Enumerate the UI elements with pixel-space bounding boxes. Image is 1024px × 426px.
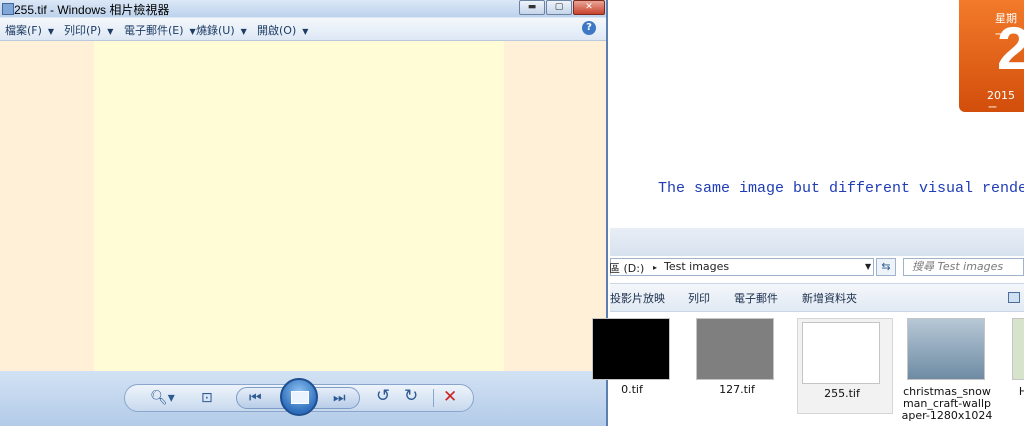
file-name-line: aper-1280x1024 (901, 409, 993, 422)
delete-button[interactable]: ✕ (443, 387, 457, 407)
file-thumbnail (696, 318, 774, 380)
explorer-title-area (610, 228, 1024, 256)
image-canvas (0, 41, 606, 371)
next-button[interactable]: ⏭ (333, 390, 346, 406)
print-command[interactable]: 列印 (688, 290, 710, 306)
menu-print-label: 列印(P) (64, 24, 102, 37)
displayed-image (94, 41, 504, 371)
maximize-button[interactable]: ▢ (546, 0, 572, 15)
chevron-down-icon[interactable]: ▼ (865, 262, 871, 271)
previous-button[interactable]: ⏮ (249, 390, 262, 406)
viewer-titlebar[interactable]: 255.tif - Windows 相片檢視器 ▬ ▢ ✕ (0, 0, 606, 17)
help-button[interactable]: ? (582, 21, 596, 35)
search-box[interactable] (903, 258, 1024, 276)
new-folder-command[interactable]: 新增資料夾 (802, 290, 857, 306)
menu-print[interactable]: 列印(P) ▼ (64, 22, 113, 38)
explorer-window: 區 (D:) ▸ Test images ▼ ⇆ 投影片放映 列印 電子郵件 新… (592, 228, 1024, 426)
file-item[interactable]: christmas_snow man_craft-wallp aper-1280… (902, 318, 1003, 422)
file-item[interactable]: 0.tif (592, 318, 688, 414)
breadcrumb-folder[interactable]: Test images (664, 260, 729, 273)
caption-text: The same image but different visual rend… (658, 180, 1024, 197)
window-title: 255.tif - Windows 相片檢視器 (14, 3, 170, 17)
zoom-button[interactable]: 🔍︎▾ (150, 390, 175, 406)
breadcrumb-drive[interactable]: 區 (D:) (609, 260, 644, 276)
breadcrumb-arrow-icon[interactable]: ▸ (653, 263, 657, 272)
rotate-counterclockwise-button[interactable]: ↺ (376, 388, 390, 405)
file-name: 127.tif (719, 383, 755, 396)
chevron-down-icon: ▼ (240, 27, 247, 36)
email-command[interactable]: 電子郵件 (734, 290, 778, 306)
calendar-gadget[interactable]: 星期一 2 2015 二 (959, 0, 1024, 117)
menu-email[interactable]: 電子郵件(E) ▼ (124, 22, 196, 38)
file-name: 255.tif (824, 387, 860, 400)
chevron-down-icon: ▼ (47, 27, 55, 36)
photo-viewer-window: 255.tif - Windows 相片檢視器 ▬ ▢ ✕ 檔案(F) ▼ 列印(… (0, 0, 608, 426)
menu-file[interactable]: 檔案(F) ▼ (5, 22, 54, 38)
viewer-control-bar: 🔍︎▾ ⊡ ⏮ ⏭ ↺ ↻ ✕ (0, 371, 606, 426)
menu-open[interactable]: 開啟(O) ▼ (257, 22, 308, 38)
menu-open-label: 開啟(O) (257, 24, 297, 37)
minimize-button[interactable]: ▬ (519, 0, 545, 15)
file-item[interactable]: 127.tif (696, 318, 792, 414)
actual-size-button[interactable]: ⊡ (201, 390, 213, 406)
slideshow-icon (291, 391, 309, 404)
rotate-clockwise-button[interactable]: ↻ (404, 388, 418, 405)
file-thumbnail (1012, 318, 1024, 380)
chevron-down-icon: ▼ (189, 27, 196, 36)
file-thumbnail (802, 322, 880, 384)
change-view-icon[interactable] (1008, 292, 1020, 303)
photo-viewer-app-icon (2, 3, 14, 15)
address-bar[interactable]: 區 (D:) ▸ Test images ▼ (609, 258, 874, 276)
refresh-button[interactable]: ⇆ (876, 258, 896, 276)
file-thumbnail (907, 318, 985, 380)
chevron-down-icon: ▼ (107, 27, 114, 36)
control-divider (433, 389, 434, 407)
slideshow-command[interactable]: 投影片放映 (610, 290, 665, 306)
file-name: christmas_snow man_craft-wallp aper-1280… (901, 386, 993, 422)
file-item-selected[interactable]: 255.tif (797, 318, 893, 414)
search-input[interactable] (912, 260, 1022, 273)
chevron-down-icon: ▼ (302, 27, 309, 36)
command-bar: 投影片放映 列印 電子郵件 新增資料夾 (610, 283, 1024, 312)
close-button[interactable]: ✕ (573, 0, 605, 15)
calendar-year: 2015 二 (987, 89, 1015, 117)
file-name: 0.tif (621, 383, 643, 396)
menu-burn-label: 燒錄(U) (196, 24, 235, 37)
file-name: H (1018, 385, 1024, 398)
menu-email-label: 電子郵件(E) (124, 24, 184, 37)
calendar-day: 2 (997, 15, 1024, 82)
viewer-menubar: 檔案(F) ▼ 列印(P) ▼ 電子郵件(E) ▼ 燒錄(U) ▼ 開啟(O) ▼ (0, 18, 606, 41)
slideshow-button[interactable] (280, 378, 318, 416)
menu-burn[interactable]: 燒錄(U) ▼ (196, 22, 247, 38)
file-item[interactable]: H (1012, 318, 1024, 414)
file-thumbnail (592, 318, 670, 380)
menu-file-label: 檔案(F) (5, 24, 42, 37)
